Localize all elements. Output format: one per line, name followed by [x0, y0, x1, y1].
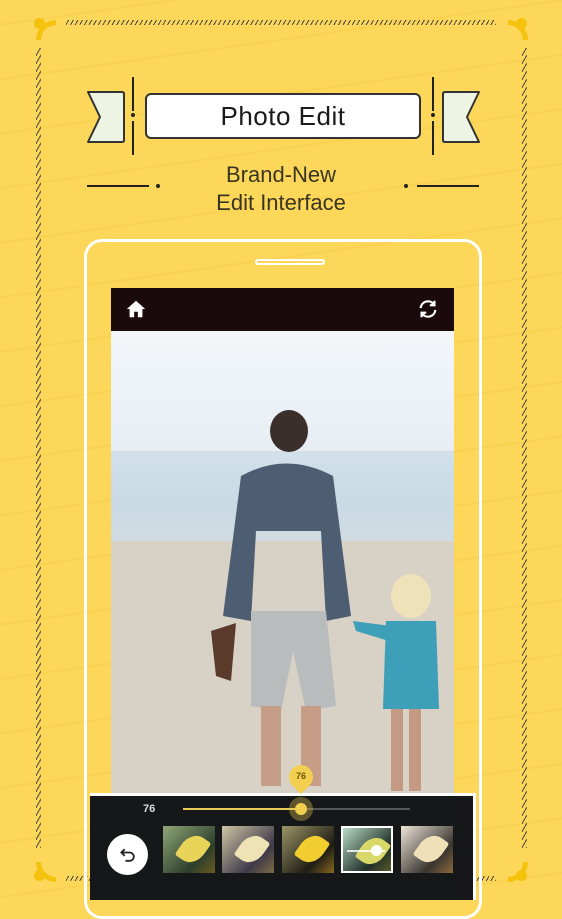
photo-canvas[interactable] — [111, 331, 454, 801]
divider-line — [432, 77, 434, 111]
corner-dot-br — [516, 870, 527, 881]
corner-dot-tr — [516, 18, 527, 29]
divider-line — [132, 121, 134, 155]
ribbon-left-icon — [87, 91, 125, 143]
divider-dot — [431, 113, 435, 117]
phone-speaker — [255, 259, 325, 265]
ribbon-right-icon — [442, 91, 480, 143]
divider-line — [87, 185, 149, 187]
adjustment-slider[interactable] — [183, 797, 410, 821]
slider-value-label: 76 — [143, 803, 156, 815]
slider-fill — [183, 808, 301, 810]
filter-thumbnail[interactable] — [163, 826, 215, 873]
app-bar — [111, 288, 454, 331]
frame-top — [66, 20, 496, 25]
divider-dot — [156, 184, 160, 188]
undo-button[interactable] — [107, 834, 148, 875]
title-banner: Photo Edit — [145, 93, 421, 139]
corner-dot-bl — [34, 870, 45, 881]
undo-icon — [119, 848, 135, 862]
divider-line — [132, 77, 134, 111]
filter-thumbnail[interactable] — [282, 826, 334, 873]
divider-dot — [131, 113, 135, 117]
refresh-icon[interactable] — [417, 298, 439, 320]
divider-dot — [404, 184, 408, 188]
filter-thumbnail[interactable] — [222, 826, 274, 873]
filter-intensity-knob[interactable] — [371, 845, 382, 856]
slider-pin-label: 76 — [295, 771, 306, 781]
page-title: Photo Edit — [220, 100, 346, 131]
divider-line — [417, 185, 479, 187]
leaf-image — [233, 829, 271, 869]
subtitle-line-2: Edit Interface — [216, 190, 346, 215]
leaf-image — [293, 829, 331, 869]
filter-thumbnail[interactable] — [401, 826, 453, 873]
leaf-image — [174, 829, 212, 869]
corner-dot-tl — [34, 18, 45, 29]
photo-image — [111, 410, 454, 801]
filter-thumbnail[interactable] — [341, 826, 393, 873]
divider-line — [432, 121, 434, 155]
leaf-image — [412, 829, 450, 869]
home-icon[interactable] — [125, 298, 147, 320]
slider-thumb[interactable] — [295, 803, 307, 815]
